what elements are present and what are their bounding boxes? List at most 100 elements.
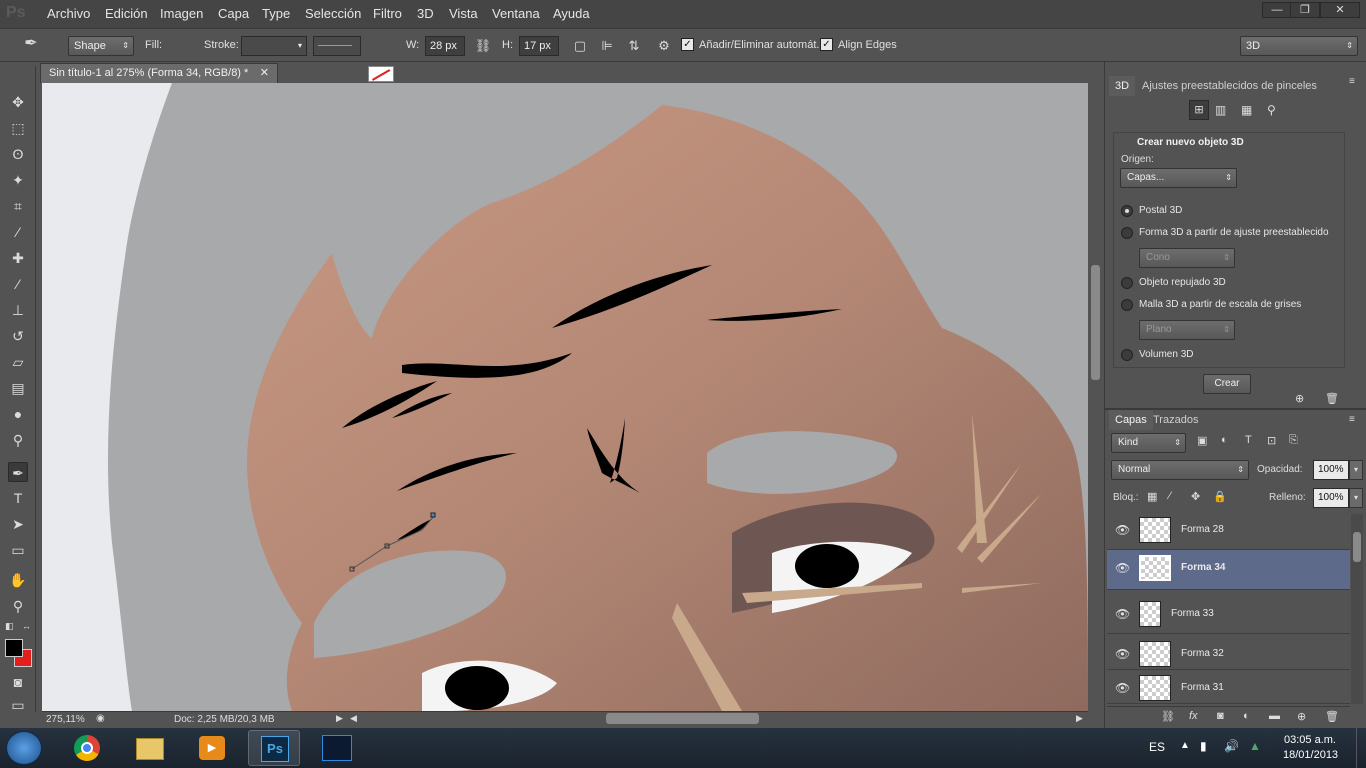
layer-row[interactable]: 👁 Forma 31 (1107, 670, 1350, 704)
menu-edicion[interactable]: Edición (105, 6, 148, 21)
visibility-eye-icon[interactable]: 👁 (1115, 681, 1130, 695)
fill-input[interactable]: 100% (1313, 488, 1349, 508)
network-icon[interactable]: ▮ (1200, 739, 1207, 753)
trash-icon[interactable]: 🗑 (1325, 392, 1339, 405)
stroke-swatch[interactable] (368, 66, 394, 82)
start-button[interactable] (6, 731, 42, 765)
quick-mask-icon[interactable]: ◙ (8, 672, 28, 692)
menu-capa[interactable]: Capa (218, 6, 249, 21)
filter-adjustment-icon[interactable]: ◐ (1221, 434, 1228, 446)
healing-brush-tool-icon[interactable]: ✚ (8, 248, 28, 268)
path-anchor-point[interactable] (430, 512, 436, 518)
path-selection-tool-icon[interactable]: ➤ (8, 514, 28, 534)
lock-pixels-icon[interactable]: ⁄ (1169, 490, 1171, 502)
horizontal-scroll-thumb[interactable] (606, 713, 759, 724)
restore-button[interactable]: ❐ (1290, 2, 1320, 18)
explorer-taskbar-button[interactable] (124, 730, 176, 766)
gradient-tool-icon[interactable]: ▤ (8, 378, 28, 398)
menu-archivo[interactable]: Archivo (47, 6, 90, 21)
drive-icon[interactable]: ▲ (1249, 739, 1261, 753)
media-player-taskbar-button[interactable]: ▶ (186, 730, 238, 766)
zoom-level[interactable]: 275,11% (46, 714, 85, 725)
gear-icon[interactable]: ⚙ (655, 37, 673, 55)
app-taskbar-button[interactable] (310, 730, 362, 766)
3d-scene-icon[interactable]: ⊞ (1189, 100, 1209, 120)
stamp-tool-icon[interactable]: ⊥ (8, 300, 28, 320)
tab-brush-presets[interactable]: Ajustes preestablecidos de pinceles (1136, 76, 1323, 96)
layer-row-selected[interactable]: 👁 Forma 34 (1107, 550, 1350, 590)
filter-shape-icon[interactable]: ⊡ (1267, 434, 1276, 447)
lock-all-icon[interactable]: 🔒 (1213, 490, 1227, 503)
vertical-scroll-thumb[interactable] (1091, 265, 1100, 380)
menu-ventana[interactable]: Ventana (492, 6, 540, 21)
clock-time[interactable]: 03:05 a.m. (1284, 734, 1336, 746)
scroll-left-icon[interactable]: ◀ (350, 713, 357, 724)
grayscale-mesh-radio[interactable] (1121, 299, 1133, 311)
magic-wand-tool-icon[interactable]: ✦ (8, 170, 28, 190)
photoshop-taskbar-button[interactable]: Ps (248, 730, 300, 766)
history-brush-tool-icon[interactable]: ↺ (8, 326, 28, 346)
brush-tool-icon[interactable]: ⁄ (8, 274, 28, 294)
pen-tool-icon[interactable]: ✒ (8, 462, 28, 482)
lasso-tool-icon[interactable]: ʘ (8, 144, 28, 164)
scroll-right-icon[interactable]: ▶ (1076, 713, 1083, 724)
layer-filter-select[interactable]: Kind ⇕ (1111, 433, 1186, 453)
mesh-select[interactable]: Plano ⇕ (1139, 320, 1235, 340)
delete-layer-icon[interactable]: 🗑 (1325, 710, 1339, 723)
visibility-eye-icon[interactable]: 👁 (1115, 647, 1130, 661)
3d-materials-icon[interactable]: ▦ (1241, 103, 1252, 117)
vertical-scrollbar[interactable] (1088, 83, 1102, 711)
3d-lights-icon[interactable]: ⚲ (1267, 103, 1276, 117)
eyedropper-tool-icon[interactable]: ⁄ (8, 222, 28, 242)
type-tool-icon[interactable]: T (8, 488, 28, 508)
layer-row[interactable]: 👁 Forma 33 (1107, 596, 1350, 634)
panel-menu-icon[interactable]: ≡ (1349, 76, 1355, 87)
close-tab-icon[interactable]: ✕ (260, 64, 269, 83)
filter-type-icon[interactable]: T (1245, 434, 1252, 446)
stroke-width-field[interactable]: ▾ (241, 36, 307, 56)
screen-mode-icon[interactable]: ▭ (8, 698, 28, 712)
visibility-eye-icon[interactable]: 👁 (1115, 523, 1130, 537)
visibility-eye-icon[interactable]: 👁 (1115, 607, 1130, 621)
menu-filtro[interactable]: Filtro (373, 6, 402, 21)
fill-dropdown-icon[interactable]: ▾ (1349, 488, 1363, 508)
postcard-3d-radio[interactable] (1121, 205, 1133, 217)
minimize-button[interactable]: — (1262, 2, 1292, 18)
filter-pixel-icon[interactable]: ▣ (1197, 434, 1207, 447)
path-operations-icon[interactable]: ▢ (571, 37, 589, 55)
new-group-icon[interactable]: ▬ (1269, 710, 1280, 722)
expand-arrow-icon[interactable]: ▶ (336, 713, 343, 724)
new-item-icon[interactable]: ⊕ (1295, 392, 1304, 405)
adjustment-layer-icon[interactable]: ◐ (1243, 710, 1250, 722)
path-alignment-icon[interactable]: ⊫ (598, 37, 616, 55)
layer-row[interactable]: 👁 Forma 32 (1107, 636, 1350, 670)
origin-select[interactable]: Capas... ⇕ (1120, 168, 1237, 188)
create-button[interactable]: Crear (1203, 374, 1251, 394)
show-hidden-icons[interactable]: ▲ (1180, 740, 1190, 751)
info-icon[interactable]: ◉ (96, 713, 105, 724)
path-arrangement-icon[interactable]: ⇅ (625, 37, 643, 55)
layer-mask-icon[interactable]: ◙ (1217, 710, 1224, 722)
volume-3d-radio[interactable] (1121, 349, 1133, 361)
workspace-select[interactable]: 3D ⇕ (1240, 36, 1358, 56)
stroke-type-field[interactable] (313, 36, 361, 56)
menu-ayuda[interactable]: Ayuda (553, 6, 590, 21)
crop-tool-icon[interactable]: ⌗ (8, 196, 28, 216)
shape-tool-icon[interactable]: ▭ (8, 540, 28, 560)
eraser-tool-icon[interactable]: ▱ (8, 352, 28, 372)
auto-add-delete-checkbox[interactable]: ✓ (681, 38, 694, 51)
move-tool-icon[interactable]: ✥ (8, 92, 28, 112)
clock-date[interactable]: 18/01/2013 (1283, 749, 1338, 761)
preset-shape-radio[interactable] (1121, 227, 1133, 239)
width-input[interactable]: 28 px (425, 36, 465, 56)
chrome-taskbar-button[interactable] (62, 730, 114, 766)
preset-select[interactable]: Cono ⇕ (1139, 248, 1235, 268)
menu-3d[interactable]: 3D (417, 6, 434, 21)
swap-colors-icon[interactable]: ↔ (22, 621, 31, 631)
menu-seleccion[interactable]: Selección (305, 6, 361, 21)
lock-position-icon[interactable]: ✥ (1191, 490, 1200, 503)
menu-vista[interactable]: Vista (449, 6, 478, 21)
tool-mode-select[interactable]: Shape ⇕ (68, 36, 134, 56)
new-layer-icon[interactable]: ⊕ (1297, 710, 1306, 723)
show-desktop-button[interactable] (1356, 728, 1366, 768)
